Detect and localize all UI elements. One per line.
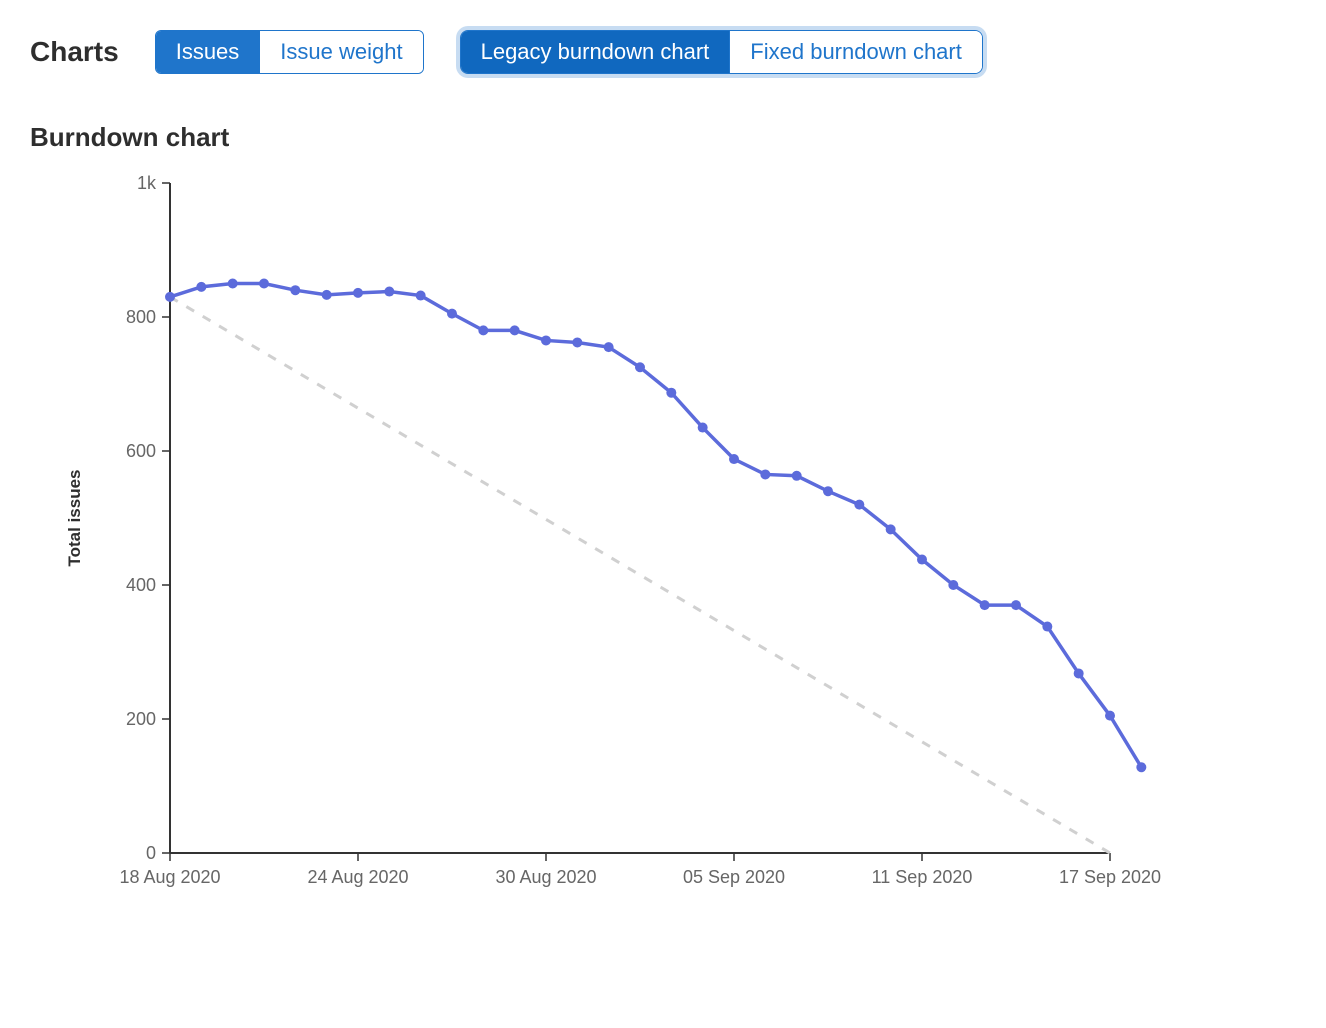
svg-text:30 Aug 2020: 30 Aug 2020 (495, 867, 596, 887)
charts-header: Charts Issues Issue weight Legacy burndo… (30, 30, 1296, 74)
svg-text:800: 800 (126, 307, 156, 327)
toggle-issues[interactable]: Issues (156, 31, 260, 73)
metric-toggle: Issues Issue weight (155, 30, 424, 74)
svg-text:1k: 1k (137, 173, 157, 193)
toggle-fixed-burndown[interactable]: Fixed burndown chart (729, 31, 982, 73)
svg-text:18 Aug 2020: 18 Aug 2020 (119, 867, 220, 887)
burndown-chart: 0 200 400 600 800 1k 18 Aug 2020 24 Aug 2020 30 … (30, 173, 1296, 913)
chart-type-toggle: Legacy burndown chart Fixed burndown cha… (460, 30, 983, 74)
svg-text:Total issues: Total issues (65, 470, 84, 567)
svg-text:600: 600 (126, 441, 156, 461)
toggle-legacy-burndown[interactable]: Legacy burndown chart (461, 31, 730, 73)
chart-svg: 0 200 400 600 800 1k 18 Aug 2020 24 Aug 2020 30 … (30, 173, 1170, 913)
svg-text:17 Sep 2020: 17 Sep 2020 (1059, 867, 1161, 887)
svg-text:400: 400 (126, 575, 156, 595)
page-title: Charts (30, 36, 119, 68)
svg-text:05 Sep 2020: 05 Sep 2020 (683, 867, 785, 887)
toggle-issue-weight[interactable]: Issue weight (259, 31, 422, 73)
svg-text:24 Aug 2020: 24 Aug 2020 (307, 867, 408, 887)
svg-text:200: 200 (126, 709, 156, 729)
svg-text:11 Sep 2020: 11 Sep 2020 (872, 867, 973, 887)
chart-title: Burndown chart (30, 122, 1296, 153)
svg-text:0: 0 (146, 843, 156, 863)
